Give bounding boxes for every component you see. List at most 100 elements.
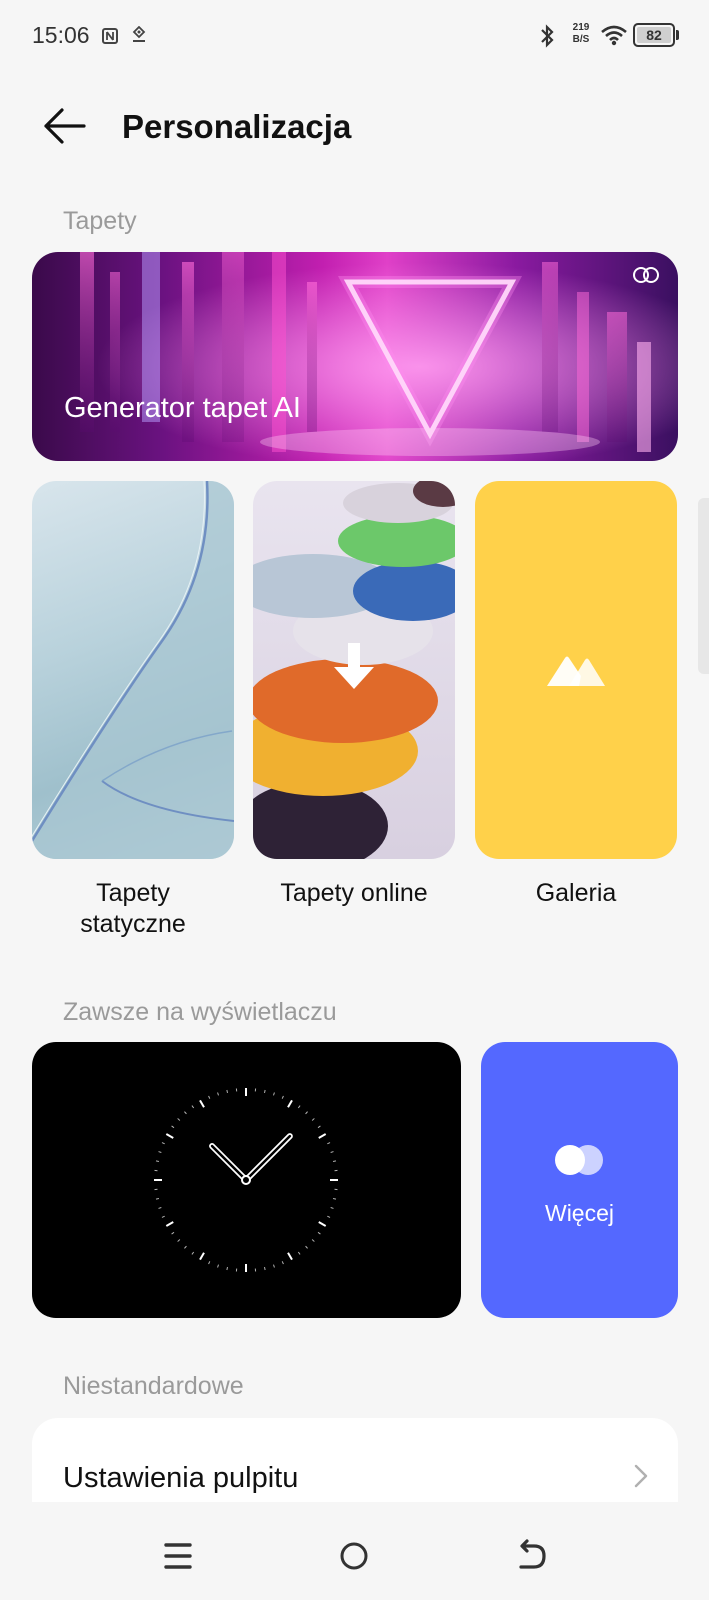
clock-tick bbox=[155, 1198, 160, 1200]
chevron-right-icon bbox=[634, 1464, 648, 1488]
battery-indicator: 82 bbox=[633, 23, 675, 47]
clock-tick bbox=[311, 1239, 315, 1242]
clock-tick bbox=[191, 1251, 195, 1255]
analog-clock-icon bbox=[154, 1088, 338, 1272]
clock-tick bbox=[208, 1095, 211, 1099]
static-wallpapers-caption-line2: statyczne bbox=[80, 910, 186, 938]
status-time: 15:06 bbox=[32, 22, 90, 48]
menu-icon bbox=[164, 1543, 192, 1569]
section-label-always-on-display: Zawsze na wyświetlaczu bbox=[63, 998, 337, 1026]
clock-tick bbox=[332, 1160, 337, 1162]
clock-hour-hand-inner bbox=[210, 1144, 248, 1182]
arrow-left-icon bbox=[44, 108, 86, 144]
clock-tick bbox=[217, 1264, 219, 1268]
clock-tick bbox=[199, 1099, 205, 1108]
clock-tick bbox=[287, 1252, 293, 1261]
clock-tick bbox=[177, 1239, 181, 1242]
clock-tick bbox=[281, 1261, 284, 1265]
back-button[interactable] bbox=[40, 104, 90, 148]
clock-tick bbox=[217, 1092, 219, 1096]
ai-badge-icon bbox=[633, 267, 659, 283]
online-wallpapers-tile[interactable] bbox=[253, 481, 455, 859]
clock-tick bbox=[311, 1118, 315, 1121]
home-circle-icon bbox=[340, 1542, 368, 1570]
header: Personalizacja bbox=[0, 90, 709, 162]
gallery-tile[interactable] bbox=[475, 481, 677, 859]
bluetooth-icon bbox=[541, 24, 554, 48]
clock-tick bbox=[165, 1221, 174, 1227]
clock-tick bbox=[158, 1207, 162, 1209]
ai-banner-label: Generator tapet AI bbox=[64, 392, 301, 424]
clock-center bbox=[241, 1175, 251, 1185]
battery-tip bbox=[676, 30, 679, 40]
clock-tick bbox=[184, 1245, 187, 1249]
mountains-icon bbox=[547, 656, 605, 686]
clock-tick bbox=[158, 1151, 162, 1153]
online-wallpapers-caption: Tapety online bbox=[253, 878, 455, 909]
network-speed-unit: B/S bbox=[572, 34, 590, 45]
clock-tick bbox=[208, 1261, 211, 1265]
always-on-display-clock-tile[interactable] bbox=[32, 1042, 461, 1318]
clock-tick bbox=[317, 1231, 321, 1235]
clock-tick bbox=[199, 1252, 205, 1261]
static-wallpapers-caption-line1: Tapety bbox=[96, 879, 170, 907]
desktop-settings-row[interactable]: Ustawienia pulpitu bbox=[32, 1418, 678, 1502]
static-wallpaper-preview bbox=[32, 481, 234, 859]
two-circles-icon bbox=[555, 1145, 603, 1175]
clock-tick bbox=[305, 1111, 308, 1115]
clock-tick bbox=[330, 1207, 334, 1209]
clock-tick bbox=[327, 1215, 331, 1218]
clock-minute-hand-inner bbox=[244, 1134, 292, 1182]
recent-apps-button[interactable] bbox=[158, 1536, 198, 1576]
ai-banner-artwork bbox=[32, 252, 678, 461]
battery-level: 82 bbox=[646, 27, 662, 43]
clock-tick bbox=[171, 1231, 175, 1235]
clock-tick bbox=[171, 1125, 175, 1129]
back-nav-button[interactable] bbox=[512, 1536, 552, 1576]
clock-tick bbox=[191, 1105, 195, 1109]
clock-tick bbox=[184, 1111, 187, 1115]
desktop-settings-label: Ustawienia pulpitu bbox=[63, 1462, 299, 1494]
section-label-wallpapers: Tapety bbox=[63, 207, 137, 235]
clock-tick bbox=[297, 1251, 301, 1255]
status-bar: 15:06 219 B/S 82 bbox=[0, 0, 709, 72]
clock-tick bbox=[226, 1266, 228, 1271]
more-aod-button[interactable]: Więcej bbox=[481, 1042, 678, 1318]
clock-tick bbox=[330, 1151, 334, 1153]
clock-tick bbox=[318, 1133, 327, 1139]
clock-tick bbox=[305, 1245, 308, 1249]
network-speed-value: 219 bbox=[572, 22, 590, 33]
clock-tick bbox=[273, 1092, 275, 1096]
clock-tick bbox=[281, 1095, 284, 1099]
clock-tick bbox=[165, 1133, 174, 1139]
nfc-icon bbox=[102, 28, 118, 44]
static-wallpapers-tile[interactable] bbox=[32, 481, 234, 859]
clock-tick bbox=[327, 1142, 331, 1145]
navigation-bar bbox=[0, 1502, 709, 1600]
gallery-caption-label: Galeria bbox=[535, 879, 617, 907]
gallery-caption: Galeria bbox=[475, 878, 677, 909]
clock-tick bbox=[297, 1105, 301, 1109]
download-icon bbox=[334, 643, 374, 689]
clock-tick bbox=[332, 1198, 337, 1200]
clock-tick bbox=[161, 1215, 165, 1218]
clock-tick bbox=[177, 1118, 181, 1121]
clock-tick bbox=[264, 1089, 266, 1094]
more-aod-label: Więcej bbox=[544, 1200, 614, 1226]
page-title: Personalizacja bbox=[122, 108, 352, 145]
wifi-icon bbox=[601, 25, 627, 46]
section-label-custom: Niestandardowe bbox=[63, 1372, 244, 1400]
clock-tick bbox=[155, 1160, 160, 1162]
clock-tick bbox=[273, 1264, 275, 1268]
back-arrow-icon bbox=[519, 1539, 546, 1569]
edge-panel-handle[interactable] bbox=[698, 498, 709, 674]
home-button[interactable] bbox=[334, 1536, 374, 1576]
clock-tick bbox=[226, 1089, 228, 1094]
online-wallpapers-caption-label: Tapety online bbox=[280, 879, 428, 907]
static-wallpapers-caption: Tapety statyczne bbox=[32, 878, 234, 940]
ai-wallpaper-generator-banner[interactable]: Generator tapet AI bbox=[32, 252, 678, 461]
clock-tick bbox=[264, 1266, 266, 1271]
location-icon bbox=[132, 26, 146, 42]
clock-tick bbox=[161, 1142, 165, 1145]
clock-tick bbox=[287, 1099, 293, 1108]
